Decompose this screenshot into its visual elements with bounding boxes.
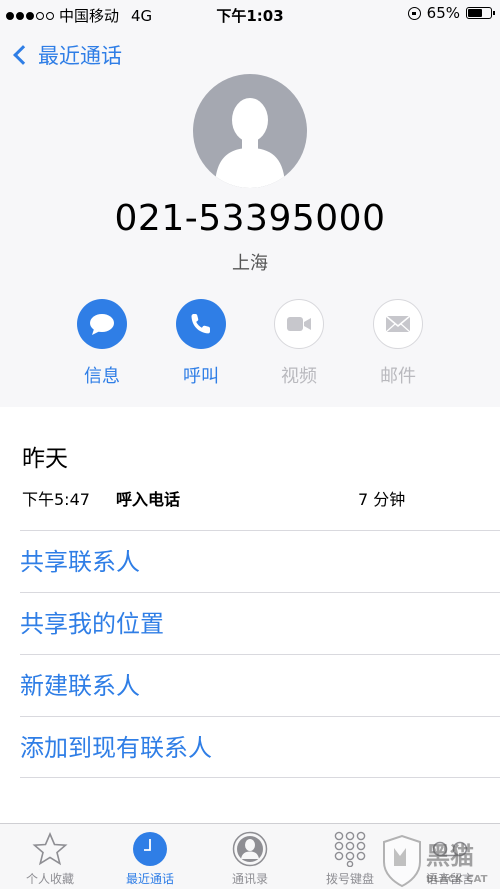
svg-text:BLACK CAT: BLACK CAT [426,874,488,885]
message-action-button[interactable]: 信息 [62,299,142,388]
call-duration: 7 分钟 [358,490,406,509]
back-label: 最近通话 [38,44,122,68]
status-right: 65% [407,4,495,22]
share-location-button[interactable]: 共享我的位置 [20,604,164,639]
back-button[interactable]: 最近通话 [10,40,122,70]
contacts-icon [200,830,300,868]
tab-recents[interactable]: 最近通话 [100,830,200,888]
tab-recents-label: 最近通话 [125,872,174,886]
video-action-button[interactable]: 视频 [259,299,339,388]
mail-action-button[interactable]: 邮件 [358,299,438,388]
new-contact-button[interactable]: 新建联系人 [20,666,140,701]
tab-favorites-label: 个人收藏 [25,872,74,886]
battery-icon [466,7,495,19]
divider [20,777,500,778]
tab-contacts-label: 通讯录 [231,872,268,886]
star-icon [0,830,100,868]
video-icon [274,299,324,349]
call-history-date: 昨天 [22,446,68,472]
mail-icon [373,299,423,349]
video-action-label: 视频 [281,366,317,387]
person-silhouette-icon [215,98,285,188]
mail-action-label: 邮件 [380,366,416,387]
avatar [193,74,307,188]
call-action-button[interactable]: 呼叫 [161,299,241,388]
phone-number: 021-53395000 [114,198,386,239]
phone-icon [176,299,226,349]
call-action-label: 呼叫 [183,366,219,387]
call-type: 呼入电话 [116,490,181,509]
battery-percent: 65% [426,4,460,22]
add-to-existing-contact-button[interactable]: 添加到现有联系人 [20,728,212,763]
status-bar: 中国移动 4G 下午1:03 65% [0,0,500,28]
divider [20,592,500,593]
tab-favorites[interactable]: 个人收藏 [0,830,100,888]
divider [20,716,500,717]
phone-location: 上海 [232,253,268,274]
share-contact-button[interactable]: 共享联系人 [20,542,140,577]
rotation-lock-icon [407,6,421,20]
black-cat-watermark-logo: 黑猫 BLACK CAT [380,834,498,888]
tab-contacts[interactable]: 通讯录 [200,830,300,888]
divider [20,530,500,531]
message-action-label: 信息 [84,366,120,387]
message-icon [77,299,127,349]
chevron-left-icon [13,45,33,65]
svg-text:黑猫: 黑猫 [426,842,474,870]
divider [20,654,500,655]
clock-icon [100,830,200,868]
call-time: 下午5:47 [22,490,90,509]
